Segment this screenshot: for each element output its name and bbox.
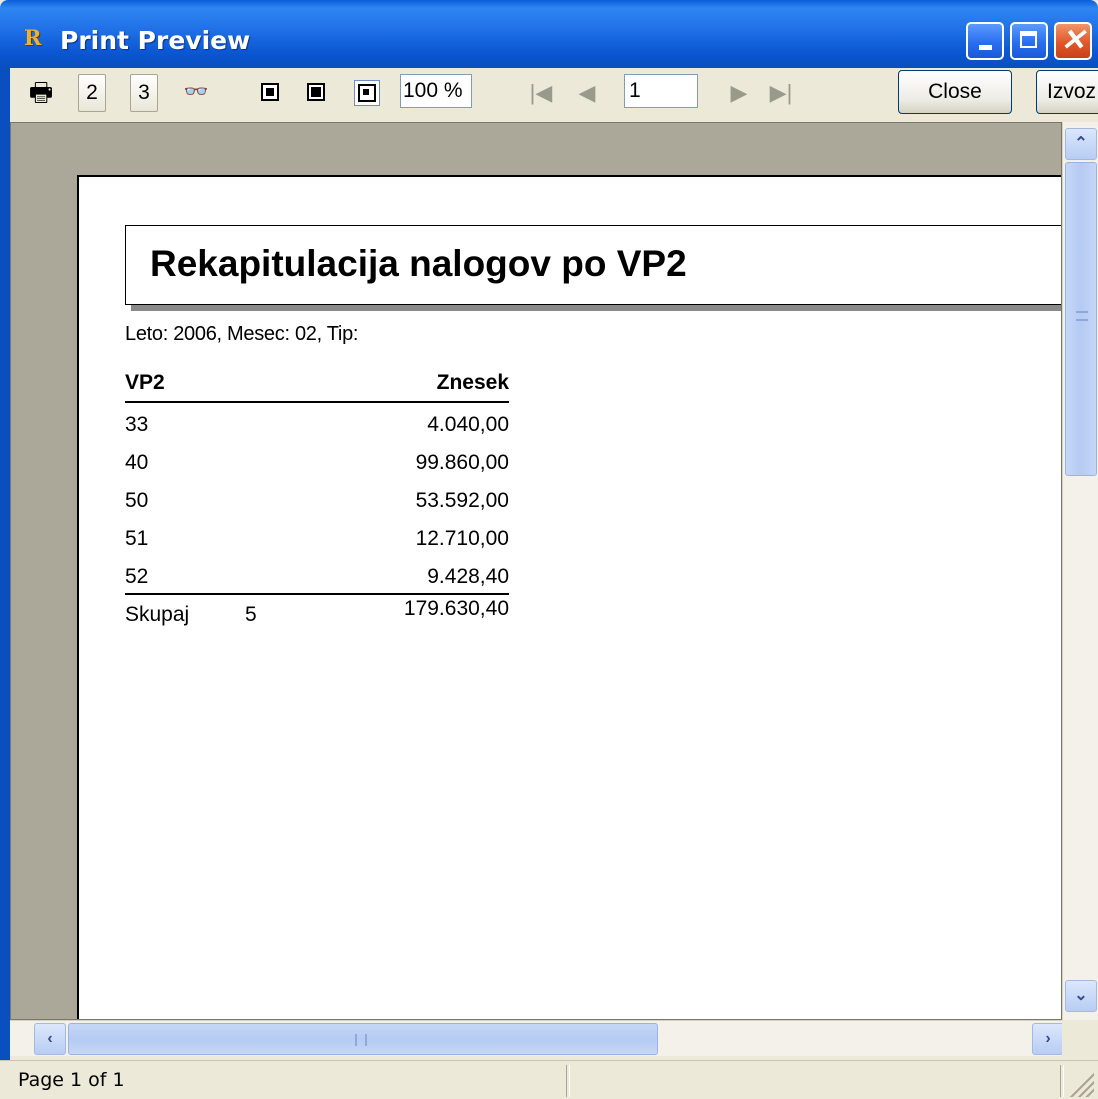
window-title: Print Preview bbox=[60, 26, 251, 55]
last-page-icon[interactable]: ▶| bbox=[768, 74, 794, 112]
close-window-button[interactable]: ✕ bbox=[1054, 22, 1092, 60]
table-row: 50 53.592,00 bbox=[125, 479, 509, 517]
column-header-znesek: Znesek bbox=[436, 371, 509, 394]
table-row: 40 99.860,00 bbox=[125, 441, 509, 479]
page-number-field[interactable]: 1 bbox=[624, 74, 698, 108]
scroll-corner bbox=[1062, 1020, 1098, 1056]
page-status: Page 1 of 1 bbox=[18, 1069, 125, 1091]
vertical-scroll-thumb[interactable] bbox=[1065, 162, 1097, 476]
page-width-icon[interactable] bbox=[304, 80, 330, 106]
status-divider bbox=[566, 1065, 570, 1097]
horizontal-scrollbar[interactable]: ‹ › bbox=[10, 1020, 1064, 1056]
whole-page-icon[interactable] bbox=[258, 80, 284, 106]
status-bar: Page 1 of 1 bbox=[0, 1060, 1098, 1099]
table-row: 52 9.428,40 bbox=[125, 555, 509, 593]
cell-vp2: 51 bbox=[125, 527, 149, 550]
total-count: 5 bbox=[245, 603, 257, 626]
title-bar[interactable]: R Print Preview ✕ bbox=[0, 0, 1098, 68]
resize-grip-icon[interactable] bbox=[1070, 1073, 1094, 1097]
report-page: Rekapitulacija nalogov po VP2 Leto: 2006… bbox=[77, 175, 1061, 1019]
report-title: Rekapitulacija nalogov po VP2 bbox=[150, 243, 687, 284]
binoculars-icon[interactable]: 👓 bbox=[178, 74, 214, 112]
close-button[interactable]: Close bbox=[898, 70, 1012, 114]
table-row: 33 4.040,00 bbox=[125, 403, 509, 441]
cell-vp2: 33 bbox=[125, 413, 149, 436]
toolbar: 🖶 2 3 👓 100 % |◀ ◀ 1 ▶ ▶| Close Izvoz bbox=[10, 68, 1098, 123]
maximize-icon bbox=[1020, 31, 1037, 48]
previous-page-icon[interactable]: ◀ bbox=[574, 74, 600, 112]
cell-vp2: 40 bbox=[125, 451, 149, 474]
table-header: VP2 Znesek bbox=[125, 367, 509, 403]
scroll-up-icon[interactable]: ⌃ bbox=[1065, 128, 1097, 160]
table-row: 51 12.710,00 bbox=[125, 517, 509, 555]
column-header-vp2: VP2 bbox=[125, 371, 165, 394]
cell-znesek: 4.040,00 bbox=[427, 413, 509, 436]
cell-znesek: 53.592,00 bbox=[415, 489, 509, 512]
app-icon: R bbox=[24, 25, 42, 50]
zoom-100-icon[interactable] bbox=[354, 80, 380, 106]
total-amount: 179.630,40 bbox=[403, 597, 509, 620]
export-button[interactable]: Izvoz bbox=[1036, 70, 1098, 114]
cell-znesek: 12.710,00 bbox=[415, 527, 509, 550]
minimize-icon bbox=[979, 45, 992, 50]
first-page-icon[interactable]: |◀ bbox=[528, 74, 554, 112]
cell-vp2: 52 bbox=[125, 565, 149, 588]
table-footer: Skupaj 5 179.630,40 bbox=[125, 593, 509, 629]
total-label: Skupaj bbox=[125, 603, 190, 626]
report-table: VP2 Znesek 33 4.040,00 40 99.860,00 50 5… bbox=[125, 367, 509, 629]
three-pages-button[interactable]: 3 bbox=[130, 74, 158, 112]
scroll-left-icon[interactable]: ‹ bbox=[34, 1023, 66, 1055]
zoom-field[interactable]: 100 % bbox=[400, 74, 472, 108]
cell-znesek: 99.860,00 bbox=[415, 451, 509, 474]
maximize-button[interactable] bbox=[1010, 22, 1048, 60]
report-subtitle: Leto: 2006, Mesec: 02, Tip: bbox=[125, 323, 359, 345]
status-divider bbox=[1060, 1065, 1064, 1097]
print-preview-window: R Print Preview ✕ 🖶 2 3 👓 100 % |◀ ◀ 1 ▶… bbox=[0, 0, 1098, 1099]
close-icon: ✕ bbox=[1060, 24, 1086, 57]
two-pages-button[interactable]: 2 bbox=[78, 74, 106, 112]
cell-znesek: 9.428,40 bbox=[427, 565, 509, 588]
scroll-right-icon[interactable]: › bbox=[1032, 1023, 1064, 1055]
preview-area[interactable]: Rekapitulacija nalogov po VP2 Leto: 2006… bbox=[10, 122, 1062, 1020]
printer-icon[interactable]: 🖶 bbox=[26, 74, 56, 112]
scroll-down-icon[interactable]: ⌄ bbox=[1065, 980, 1097, 1012]
minimize-button[interactable] bbox=[966, 22, 1004, 60]
report-title-box: Rekapitulacija nalogov po VP2 bbox=[125, 225, 1061, 305]
cell-vp2: 50 bbox=[125, 489, 149, 512]
vertical-scrollbar[interactable]: ⌃ ⌄ bbox=[1062, 122, 1098, 1020]
next-page-icon[interactable]: ▶ bbox=[726, 74, 752, 112]
horizontal-scroll-thumb[interactable] bbox=[68, 1023, 658, 1055]
window-frame-left bbox=[0, 68, 10, 1060]
